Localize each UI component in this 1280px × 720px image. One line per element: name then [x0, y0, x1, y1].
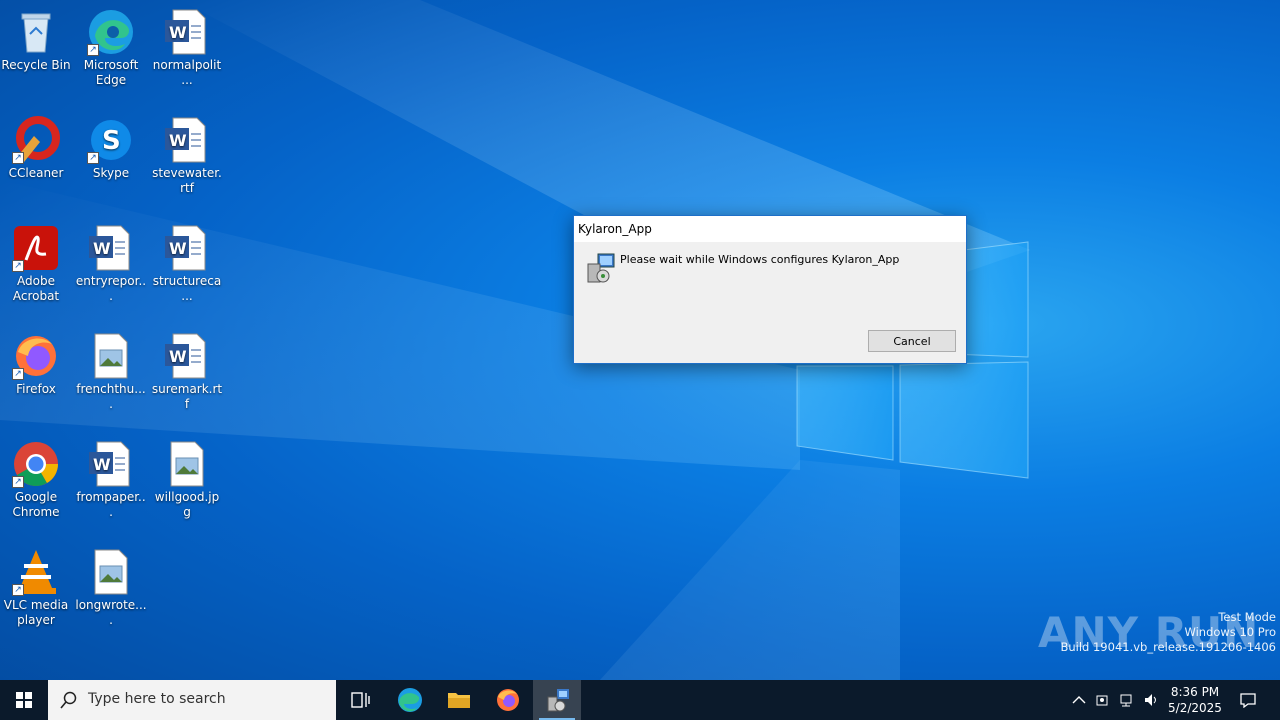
taskbar-file-explorer[interactable]	[435, 680, 483, 720]
taskbar-edge[interactable]	[386, 680, 434, 720]
desktop-icon-label: Skype	[92, 166, 130, 180]
word-document-icon: W	[87, 440, 135, 488]
desktop-icon-recycle-bin[interactable]: Recycle Bin	[0, 8, 74, 73]
desktop-icon-suremark[interactable]: W suremark.rtf	[149, 332, 225, 412]
shortcut-arrow-icon: ↗	[87, 44, 99, 56]
word-document-icon: W	[163, 332, 211, 380]
svg-text:W: W	[93, 455, 111, 474]
desktop-icon-label: willgood.jpg	[154, 490, 220, 519]
start-button[interactable]	[0, 680, 48, 720]
word-document-icon: W	[163, 116, 211, 164]
svg-text:W: W	[169, 23, 187, 42]
svg-text:W: W	[169, 239, 187, 258]
desktop-icon-longwrote[interactable]: longwrote....	[73, 548, 149, 628]
desktop-icon-skype[interactable]: S ↗ Skype	[73, 116, 149, 181]
image-file-icon	[163, 440, 211, 488]
edge-icon: ↗	[87, 8, 135, 56]
skype-icon: S ↗	[87, 116, 135, 164]
clock-time: 8:36 PM	[1170, 685, 1220, 699]
task-view-button[interactable]	[336, 680, 384, 720]
watermark-test-mode: Test Mode	[1218, 610, 1276, 624]
search-placeholder: Type here to search	[88, 691, 226, 707]
svg-text:W: W	[93, 239, 111, 258]
desktop-icon-microsoft-edge[interactable]: ↗ Microsoft Edge	[73, 8, 149, 88]
recycle-bin-icon	[12, 8, 60, 56]
vlc-icon: ↗	[12, 548, 60, 596]
taskbar: Type here to search 8:36 PM 5/2/2025	[0, 680, 1280, 720]
ccleaner-icon: ↗	[12, 116, 60, 164]
desktop-icon-label: frompaper...	[76, 490, 146, 519]
edge-icon	[398, 688, 422, 712]
image-file-icon	[87, 548, 135, 596]
taskbar-clock[interactable]: 8:36 PM 5/2/2025	[1164, 684, 1226, 716]
notifications-icon[interactable]	[1239, 692, 1256, 709]
desktop-icon-willgood[interactable]: willgood.jpg	[149, 440, 225, 520]
taskbar-search-box[interactable]: Type here to search	[48, 680, 336, 720]
desktop-icon-label: entryrepor...	[75, 274, 147, 303]
svg-text:W: W	[169, 131, 187, 150]
volume-icon[interactable]	[1143, 692, 1159, 708]
image-file-icon	[87, 332, 135, 380]
word-document-icon: W	[163, 224, 211, 272]
desktop-icon-firefox[interactable]: ↗ Firefox	[0, 332, 74, 397]
desktop-icon-frenchthu[interactable]: frenchthu....	[73, 332, 149, 412]
desktop-icon-label: VLC media player	[3, 598, 69, 627]
installer-icon	[586, 252, 618, 284]
firefox-icon: ↗	[12, 332, 60, 380]
taskbar-firefox[interactable]	[484, 680, 532, 720]
shortcut-arrow-icon: ↗	[12, 476, 24, 488]
system-watermark: Test Mode Windows 10 Pro Build 19041.vb_…	[1060, 610, 1276, 655]
acrobat-icon: ↗	[12, 224, 60, 272]
search-icon	[60, 691, 78, 709]
desktop-icon-frompaper[interactable]: W frompaper...	[73, 440, 149, 520]
installer-icon	[547, 689, 569, 712]
desktop-icon-label: frenchthu....	[76, 382, 146, 411]
desktop-icon-ccleaner[interactable]: ↗ CCleaner	[0, 116, 74, 181]
meet-now-icon[interactable]	[1095, 692, 1111, 708]
desktop-icon-label: suremark.rtf	[151, 382, 223, 411]
dialog-title[interactable]: Kylaron_App	[574, 216, 966, 242]
shortcut-arrow-icon: ↗	[87, 152, 99, 164]
desktop-icon-stevewater[interactable]: W stevewater.rtf	[149, 116, 225, 196]
word-document-icon: W	[87, 224, 135, 272]
desktop-icon-label: Recycle Bin	[1, 58, 71, 72]
watermark-build: Build 19041.vb_release.191206-1406	[1060, 640, 1276, 654]
desktop-icon-label: CCleaner	[8, 166, 64, 180]
desktop-icon-label: Adobe Acrobat	[12, 274, 60, 303]
watermark-edition: Windows 10 Pro	[1184, 625, 1276, 639]
desktop-icon-label: stevewater.rtf	[152, 166, 222, 195]
desktop-icon-normalpolit[interactable]: W normalpolit...	[149, 8, 225, 88]
installer-dialog: Kylaron_App Please wait while Windows co…	[573, 215, 967, 364]
svg-text:W: W	[169, 347, 187, 366]
windows-logo-icon	[16, 692, 32, 708]
shortcut-arrow-icon: ↗	[12, 368, 24, 380]
desktop-icon-google-chrome[interactable]: ↗ Google Chrome	[0, 440, 74, 520]
desktop-icon-label: Google Chrome	[12, 490, 60, 519]
shortcut-arrow-icon: ↗	[12, 260, 24, 272]
desktop-icon-adobe-acrobat[interactable]: ↗ Adobe Acrobat	[0, 224, 74, 304]
word-document-icon: W	[163, 8, 211, 56]
desktop-icon-label: longwrote....	[75, 598, 147, 627]
svg-text:S: S	[102, 126, 121, 156]
task-view-icon	[351, 692, 370, 708]
firefox-icon	[497, 689, 519, 711]
desktop-icon-label: Firefox	[16, 382, 56, 396]
cancel-button[interactable]: Cancel	[868, 330, 956, 352]
shortcut-arrow-icon: ↗	[12, 152, 24, 164]
folder-icon	[448, 693, 470, 708]
desktop-icon-label: normalpolit...	[152, 58, 222, 87]
clock-date: 5/2/2025	[1168, 701, 1222, 715]
dialog-message: Please wait while Windows configures Kyl…	[620, 253, 900, 266]
desktop-icon-entryrepor[interactable]: W entryrepor...	[73, 224, 149, 304]
chrome-icon: ↗	[12, 440, 60, 488]
desktop-icon-structureca[interactable]: W structureca...	[149, 224, 225, 304]
desktop-icon-label: structureca...	[152, 274, 222, 303]
chevron-up-icon[interactable]	[1071, 692, 1087, 708]
network-icon[interactable]	[1119, 692, 1135, 708]
desktop-icon-vlc[interactable]: ↗ VLC media player	[0, 548, 74, 628]
desktop-icon-label: Microsoft Edge	[83, 58, 139, 87]
shortcut-arrow-icon: ↗	[12, 584, 24, 596]
taskbar-installer[interactable]	[533, 680, 581, 720]
